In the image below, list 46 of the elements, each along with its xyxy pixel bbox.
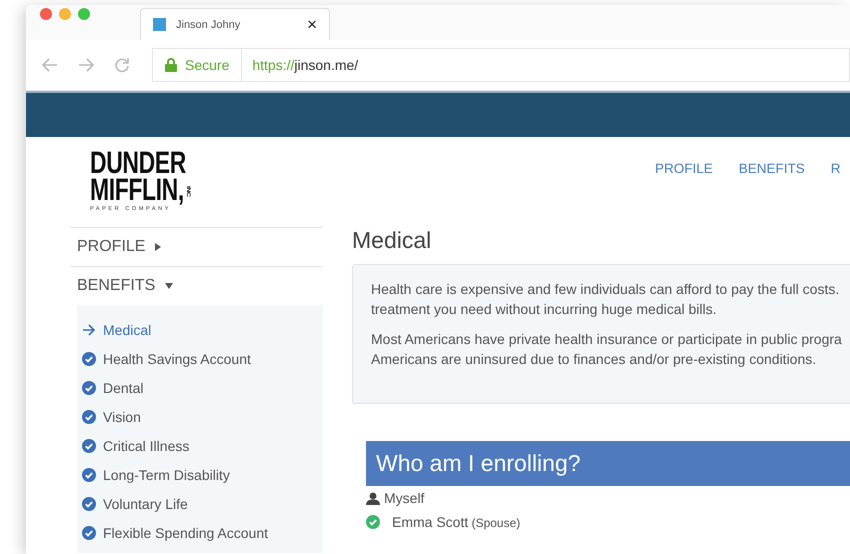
- section-header: Who am I enrolling?: [366, 441, 850, 486]
- caret-icon: [165, 283, 174, 289]
- arrow-icon: [82, 324, 96, 336]
- caret-icon: [155, 243, 162, 251]
- sidebar-item[interactable]: Vision: [82, 402, 323, 431]
- nav-link[interactable]: R: [830, 161, 841, 178]
- page-heading: Medical: [352, 226, 432, 254]
- sidebar-item[interactable]: Dental: [82, 373, 323, 402]
- logo-comma: ,: [178, 176, 184, 203]
- forward-icon[interactable]: [78, 58, 94, 72]
- lock-icon: [165, 58, 177, 72]
- info-paragraph: Health care is expensive and few individuals can afford to pay the full costs. treatment you need without incurring huge medical bills.: [371, 280, 840, 319]
- check-circle-icon: [82, 468, 96, 482]
- sidebar-item[interactable]: Flexible Spending Account: [82, 518, 323, 547]
- sidebar-item[interactable]: Critical Illness: [82, 431, 323, 460]
- close-window-icon[interactable]: [40, 8, 52, 20]
- nav-link[interactable]: BENEFITS: [738, 161, 805, 178]
- nav-link[interactable]: PROFILE: [655, 161, 713, 178]
- browser-tab[interactable]: Jinson Johny ×: [140, 8, 330, 40]
- sidebar-item[interactable]: Health Savings Account: [82, 344, 323, 373]
- close-tab-button[interactable]: ×: [307, 16, 317, 33]
- back-icon[interactable]: [42, 58, 58, 72]
- check-circle-icon: [82, 496, 96, 510]
- check-circle-icon: [82, 438, 96, 452]
- sidebar-item[interactable]: Long-Term Disability: [82, 460, 323, 489]
- logo-text: DUNDER: [90, 149, 187, 176]
- member-name: Myself: [384, 490, 424, 506]
- zoom-window-icon[interactable]: [78, 8, 90, 20]
- sidebar-item[interactable]: Voluntary Life: [82, 489, 323, 518]
- minimize-window-icon[interactable]: [59, 8, 71, 20]
- tab-title: Jinson Johny: [176, 18, 242, 30]
- sidebar-item[interactable]: Medical: [82, 315, 323, 344]
- favicon-icon: [153, 18, 166, 31]
- check-circle-icon: [82, 380, 96, 394]
- check-circle-icon: [82, 526, 96, 540]
- sidebar-section[interactable]: PROFILE: [70, 227, 323, 266]
- reload-icon[interactable]: [114, 57, 130, 73]
- check-circle-icon: [82, 410, 96, 424]
- secure-label: Secure: [185, 57, 230, 73]
- check-circle-icon[interactable]: [366, 515, 380, 529]
- info-paragraph: Most Americans have private health insurance or participate in public progra Americans are uninsured due to finances and/or pre-existing conditions.: [371, 330, 843, 369]
- check-circle-icon: [82, 352, 96, 366]
- logo-text: MIFFLIN: [90, 176, 178, 203]
- url-field[interactable]: https://jinson.me/: [242, 57, 358, 73]
- member-name: Emma Scott (Spouse): [392, 514, 520, 530]
- person-icon: [366, 492, 380, 504]
